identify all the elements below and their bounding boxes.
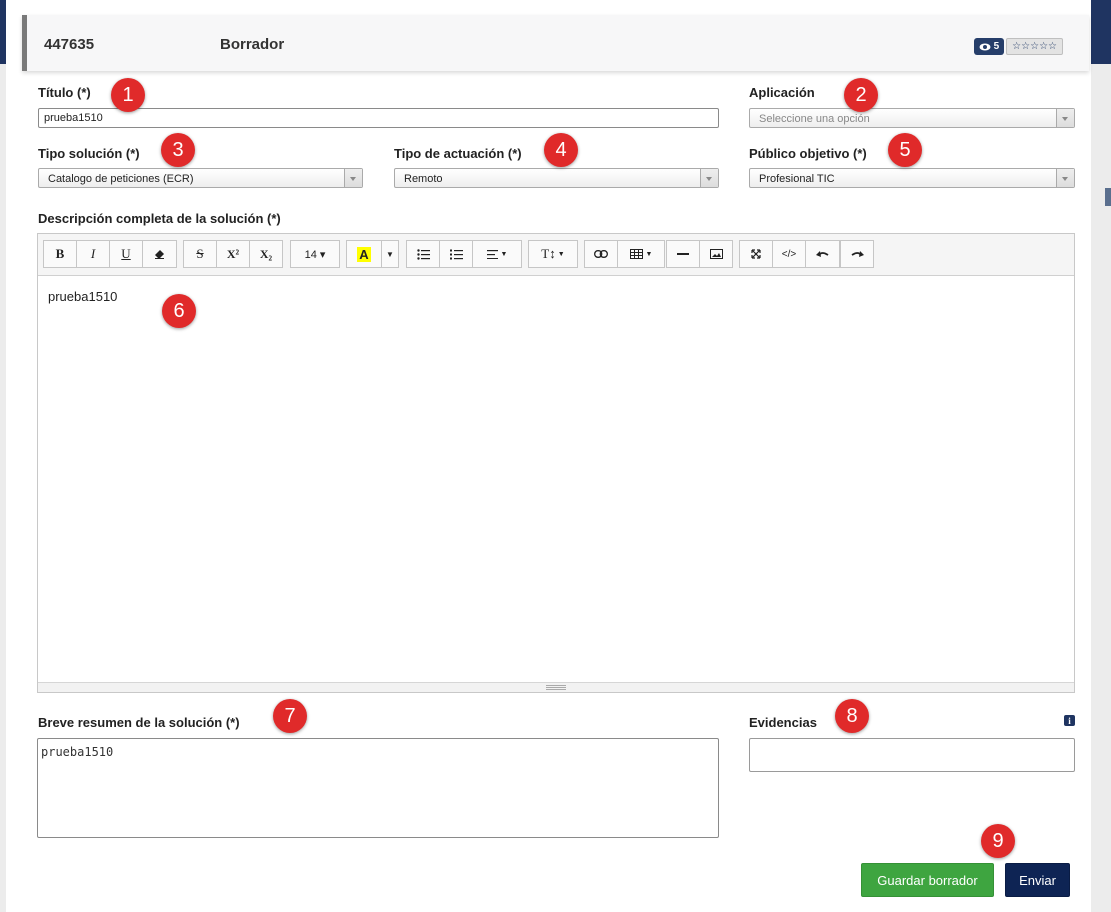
publico-objetivo-label: Público objetivo (*) xyxy=(749,146,867,161)
background-page-right xyxy=(1091,0,1111,912)
eraser-button[interactable] xyxy=(142,240,177,268)
chevron-down-icon xyxy=(1056,109,1074,127)
align-dropdown[interactable]: ▼ xyxy=(472,240,522,268)
evidencias-field[interactable] xyxy=(749,738,1075,772)
annotation-marker-4: 4 xyxy=(544,133,578,167)
table-icon xyxy=(629,249,643,259)
publico-objetivo-select[interactable]: Profesional TIC xyxy=(749,168,1075,188)
eraser-icon xyxy=(155,250,164,259)
send-button[interactable]: Enviar xyxy=(1005,863,1070,897)
horizontal-rule-icon xyxy=(677,252,689,255)
tipo-actuacion-label: Tipo de actuación (*) xyxy=(394,146,522,161)
undo-button[interactable] xyxy=(805,240,840,268)
text-height-icon: T↕ xyxy=(541,246,556,261)
bullet-list-button[interactable] xyxy=(406,240,440,268)
aplicacion-label: Aplicación xyxy=(749,85,815,100)
highlight-icon: A xyxy=(357,246,371,262)
publico-objetivo-value: Profesional TIC xyxy=(759,173,835,185)
views-badge: 5 xyxy=(973,38,1005,55)
style-dropdown[interactable]: T↕ ▼ xyxy=(528,240,578,268)
views-count: 5 xyxy=(993,41,1000,52)
chevron-down-icon xyxy=(700,169,718,187)
link-button[interactable] xyxy=(584,240,618,268)
annotation-marker-6: 6 xyxy=(162,294,196,328)
save-draft-button[interactable]: Guardar borrador xyxy=(861,863,994,897)
editor-content-text: prueba1510 xyxy=(48,289,118,304)
image-button[interactable] xyxy=(699,240,733,268)
annotation-marker-2: 2 xyxy=(844,78,878,112)
editor-resize-handle[interactable] xyxy=(38,682,1074,692)
solution-modal: 447635 Borrador 5 ☆☆☆☆☆ Título (*) Aplic… xyxy=(6,0,1091,912)
font-size-dropdown[interactable]: 14 ▾ xyxy=(290,240,340,268)
code-view-button[interactable]: </> xyxy=(772,240,806,268)
highlight-color-button[interactable]: A xyxy=(346,240,382,268)
strikethrough-button[interactable]: S xyxy=(183,240,217,268)
fullscreen-button[interactable] xyxy=(739,240,773,268)
aplicacion-select[interactable]: Seleccione una opción xyxy=(749,108,1075,128)
modal-header: 447635 Borrador 5 ☆☆☆☆☆ xyxy=(22,15,1089,71)
aplicacion-placeholder: Seleccione una opción xyxy=(759,113,870,125)
resumen-textarea[interactable]: prueba1510 xyxy=(37,738,719,838)
annotation-marker-8: 8 xyxy=(835,699,869,733)
redo-button[interactable] xyxy=(840,240,874,268)
annotation-marker-9: 9 xyxy=(981,824,1015,858)
numbered-list-icon xyxy=(449,249,463,259)
link-icon xyxy=(594,250,608,258)
chevron-down-icon xyxy=(1056,169,1074,187)
underline-button[interactable]: U xyxy=(109,240,143,268)
bold-button[interactable]: B xyxy=(43,240,77,268)
chevron-down-icon xyxy=(344,169,362,187)
annotation-marker-5: 5 xyxy=(888,133,922,167)
titulo-input[interactable] xyxy=(38,108,719,128)
evidencias-label: Evidencias xyxy=(749,715,817,730)
resumen-label: Breve resumen de la solución (*) xyxy=(38,715,240,730)
annotation-marker-1: 1 xyxy=(111,78,145,112)
editor-content-area[interactable]: prueba1510 xyxy=(38,276,1074,683)
subscript-button[interactable]: X₂ xyxy=(249,240,283,268)
superscript-button[interactable]: X² xyxy=(216,240,250,268)
bullet-list-icon xyxy=(416,248,430,260)
rating-stars[interactable]: ☆☆☆☆☆ xyxy=(1006,38,1063,55)
horizontal-rule-button[interactable] xyxy=(666,240,700,268)
undo-icon xyxy=(816,251,829,257)
record-id: 447635 xyxy=(44,36,95,53)
eye-icon xyxy=(979,43,991,50)
header-badges: 5 ☆☆☆☆☆ xyxy=(973,38,1063,55)
tipo-actuacion-select[interactable]: Remoto xyxy=(394,168,719,188)
titulo-label: Título (*) xyxy=(38,85,91,100)
tipo-actuacion-value: Remoto xyxy=(404,173,443,185)
annotation-marker-3: 3 xyxy=(161,133,195,167)
annotation-marker-7: 7 xyxy=(273,699,307,733)
tipo-solucion-value: Catalogo de peticiones (ECR) xyxy=(48,173,194,185)
table-dropdown[interactable]: ▼ xyxy=(617,240,665,268)
fullscreen-icon xyxy=(751,249,761,259)
align-icon xyxy=(486,249,498,259)
redo-icon xyxy=(851,251,864,257)
descripcion-label: Descripción completa de la solución (*) xyxy=(38,211,281,226)
image-icon xyxy=(709,249,723,259)
italic-button[interactable]: I xyxy=(76,240,110,268)
info-icon[interactable]: i xyxy=(1064,715,1075,726)
record-status: Borrador xyxy=(220,36,285,53)
editor-toolbar: B I U S X² X₂ 14 ▾ A ▼ ▼ T↕ ▼ ▼ </> xyxy=(38,234,1074,276)
highlight-dropdown-button[interactable]: ▼ xyxy=(381,240,399,268)
tipo-solucion-label: Tipo solución (*) xyxy=(38,146,140,161)
tipo-solucion-select[interactable]: Catalogo de peticiones (ECR) xyxy=(38,168,363,188)
numbered-list-button[interactable] xyxy=(439,240,473,268)
